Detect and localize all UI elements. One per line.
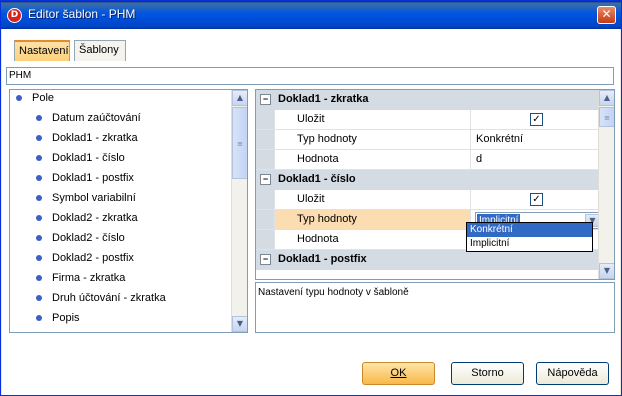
tree-item[interactable]: Firma - zkratka (36, 272, 125, 292)
dialog-client-area: Nastavení Šablony PHM Pole Datum zaúčtov… (2, 29, 620, 395)
tab-nastaveni[interactable]: Nastavení (14, 40, 70, 62)
tree-item[interactable]: Doklad2 - zkratka (36, 212, 138, 232)
window-title: Editor šablon - PHM (28, 7, 136, 21)
value-type-dropdown-list[interactable]: Konkrétní Implicitní (466, 222, 593, 252)
property-name: Uložit (274, 110, 471, 130)
property-name: Typ hodnoty (274, 210, 471, 230)
property-description: Nastavení typu hodnoty v šabloně (255, 282, 615, 333)
property-value[interactable]: d (472, 150, 598, 170)
property-name: Hodnota (274, 150, 471, 170)
tab-panel-nastaveni: PHM Pole Datum zaúčtování Doklad1 - zkra… (5, 61, 617, 346)
tree-item-label: Firma - zkratka (52, 272, 126, 284)
property-row[interactable]: Uložit ✓ (256, 110, 598, 130)
tree-item-label: Doklad2 - číslo (52, 232, 125, 244)
bullet-icon (36, 175, 42, 182)
tree-item[interactable]: Druh účtování - zkratka (36, 292, 166, 312)
collapse-icon[interactable]: − (260, 254, 271, 265)
field-tree[interactable]: Pole Datum zaúčtování Doklad1 - zkratka … (9, 89, 248, 333)
app-logo-icon: D (7, 8, 22, 23)
category-row[interactable]: − Doklad1 - zkratka (256, 90, 598, 110)
napoveda-button[interactable]: Nápověda (536, 362, 609, 385)
property-row[interactable]: Uložit ✓ (256, 190, 598, 210)
tree-item-label: Datum zaúčtování (52, 112, 141, 124)
napoveda-button-label: Nápověda (547, 367, 598, 379)
category-row[interactable]: − Doklad1 - číslo (256, 170, 598, 190)
dropdown-option[interactable]: Konkrétní (467, 223, 592, 237)
bullet-icon (36, 195, 42, 202)
bullet-icon (36, 255, 42, 262)
template-name-field[interactable]: PHM (6, 67, 614, 85)
scroll-thumb[interactable]: ≡ (599, 107, 614, 127)
bullet-icon (36, 295, 42, 302)
tab-sablony[interactable]: Šablony (74, 40, 126, 62)
tree-item-label: Doklad2 - zkratka (52, 212, 138, 224)
save-checkbox[interactable]: ✓ (530, 113, 543, 126)
scroll-down-icon[interactable]: ▼ (599, 263, 614, 279)
property-name: Uložit (274, 190, 471, 210)
bullet-icon (36, 315, 42, 322)
scroll-up-icon[interactable]: ▲ (599, 90, 614, 106)
tree-item-label: Druh účtování - zkratka (52, 292, 166, 304)
tree-item[interactable]: Doklad1 - zkratka (36, 132, 138, 152)
property-value[interactable]: Konkrétní (472, 130, 598, 150)
grid-scrollbar[interactable]: ▲ ≡ ▼ (598, 90, 614, 279)
tree-item[interactable]: Doklad2 - číslo (36, 232, 125, 252)
dropdown-option[interactable]: Implicitní (467, 237, 592, 251)
close-button[interactable]: ✕ (597, 6, 616, 24)
scroll-up-icon[interactable]: ▲ (232, 90, 247, 106)
collapse-icon[interactable]: − (260, 94, 271, 105)
tree-item-label: Doklad2 - postfix (52, 252, 134, 264)
tree-item-label: Doklad1 - zkratka (52, 132, 138, 144)
bullet-icon (36, 155, 42, 162)
category-label: Doklad1 - zkratka (278, 93, 369, 105)
tree-item-label: Doklad1 - postfix (52, 172, 134, 184)
bullet-icon (36, 115, 42, 122)
tree-scrollbar[interactable]: ▲ ≡ ▼ (231, 90, 247, 332)
storno-button-label: Storno (471, 367, 504, 379)
property-name: Hodnota (274, 230, 471, 250)
bullet-icon (36, 135, 42, 142)
property-row[interactable]: Typ hodnoty Konkrétní (256, 130, 598, 150)
collapse-icon[interactable]: − (260, 174, 271, 185)
ok-button-label: OK (390, 367, 407, 379)
category-row[interactable]: − Doklad1 - postfix (256, 250, 598, 270)
bullet-icon (16, 95, 22, 102)
dialog-window: D Editor šablon - PHM ✕ Nastavení Šablon… (0, 0, 622, 396)
ok-button[interactable]: OK (362, 362, 435, 385)
scroll-down-icon[interactable]: ▼ (232, 316, 247, 332)
category-label: Doklad1 - postfix (278, 253, 367, 265)
tree-root-label: Pole (32, 92, 55, 104)
title-bar[interactable]: D Editor šablon - PHM ✕ (1, 1, 621, 29)
tree-item[interactable]: Datum zaúčtování (36, 112, 141, 132)
bullet-icon (36, 275, 42, 282)
property-row[interactable]: Hodnota d (256, 150, 598, 170)
tree-item[interactable]: Doklad1 - postfix (36, 172, 134, 192)
bullet-icon (36, 235, 42, 242)
category-label: Doklad1 - číslo (278, 173, 356, 185)
tree-root-item[interactable]: Pole (16, 92, 54, 112)
property-name: Typ hodnoty (274, 130, 471, 150)
storno-button[interactable]: Storno (451, 362, 524, 385)
save-checkbox[interactable]: ✓ (530, 193, 543, 206)
tree-item-label: Symbol variabilní (52, 192, 136, 204)
tree-item[interactable]: Doklad2 - postfix (36, 252, 134, 272)
tree-item[interactable]: Doklad1 - číslo (36, 152, 125, 172)
scroll-thumb[interactable]: ≡ (232, 107, 247, 179)
tree-item-label: Popis (52, 312, 80, 324)
tree-item[interactable]: Popis (36, 312, 80, 332)
tree-item-label: Doklad1 - číslo (52, 152, 125, 164)
tree-item[interactable]: Symbol variabilní (36, 192, 136, 212)
bullet-icon (36, 215, 42, 222)
